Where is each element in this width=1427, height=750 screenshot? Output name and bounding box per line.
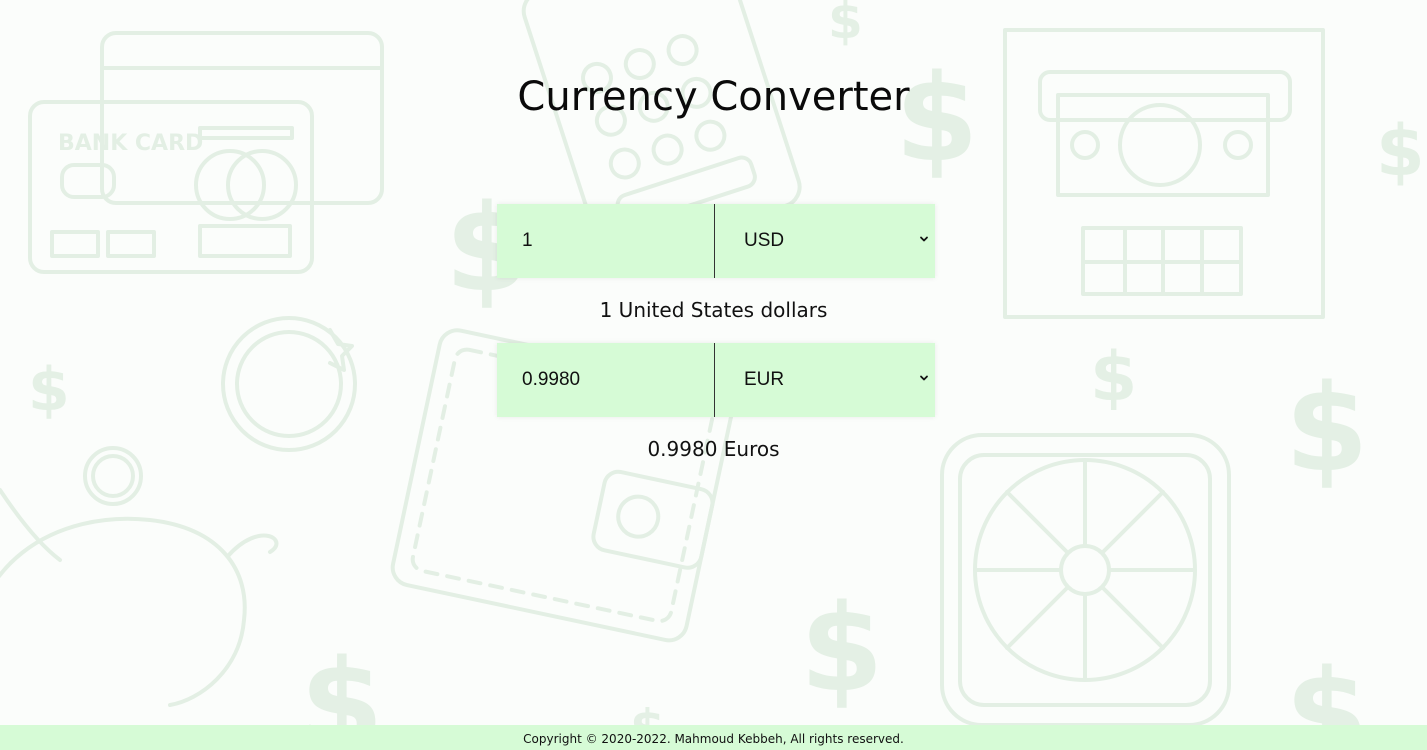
from-currency-row: USD: [497, 204, 935, 278]
piggy-bank-illustration: [0, 446, 279, 707]
from-amount-input[interactable]: [497, 204, 715, 278]
svg-text:$: $: [28, 355, 70, 425]
page: BANK CARD $ $ $ $ $ $ $ $ $ $ Currency C…: [0, 0, 1427, 750]
copyright-text: Copyright © 2020-2022. Mahmoud Kebbeh, A…: [523, 732, 904, 746]
to-currency-select[interactable]: EUR: [715, 343, 935, 417]
safe-illustration: [940, 433, 1231, 727]
chevron-down-icon: [920, 375, 928, 381]
bank-card-illustration: BANK CARD: [28, 31, 384, 274]
svg-text:BANK CARD: BANK CARD: [58, 131, 203, 156]
page-title: Currency Converter: [517, 74, 910, 120]
svg-text:$: $: [1376, 110, 1425, 192]
svg-text:$: $: [1285, 360, 1369, 499]
svg-text:$: $: [828, 0, 863, 50]
coin-illustration: [221, 316, 357, 452]
to-currency-description: 0.9980 Euros: [647, 437, 780, 461]
footer: Copyright © 2020-2022. Mahmoud Kebbeh, A…: [0, 725, 1427, 750]
from-currency-select[interactable]: USD: [715, 204, 935, 278]
to-amount-input[interactable]: [497, 343, 715, 417]
to-currency-value: EUR: [744, 369, 785, 390]
from-currency-value: USD: [744, 230, 785, 251]
to-currency-row: EUR: [497, 343, 935, 417]
svg-text:$: $: [800, 580, 884, 719]
svg-text:$: $: [1090, 338, 1137, 417]
chevron-down-icon: [920, 236, 928, 242]
from-currency-description: 1 United States dollars: [599, 298, 828, 322]
